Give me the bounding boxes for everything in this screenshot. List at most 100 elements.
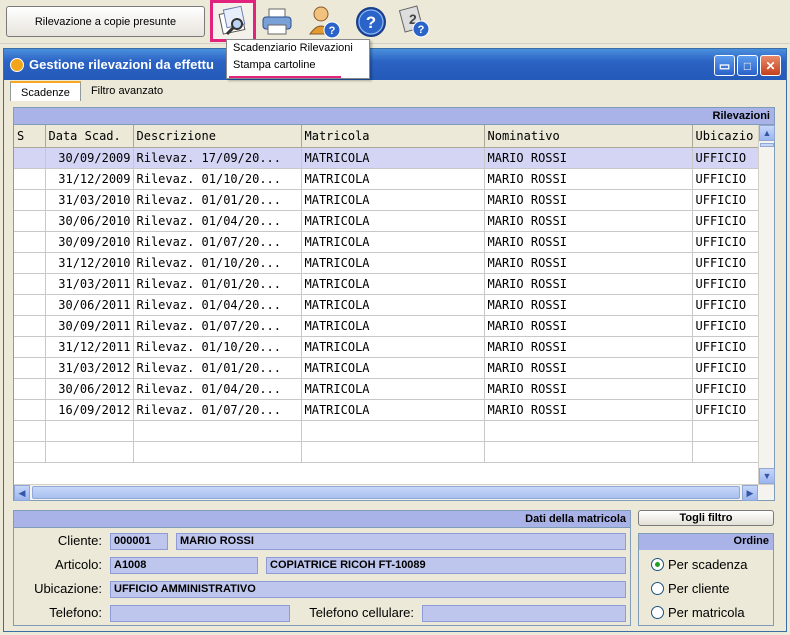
table-cell: MARIO ROSSI	[484, 399, 693, 421]
maximize-icon[interactable]: □	[737, 55, 758, 76]
table-cell	[14, 294, 46, 316]
empty-row	[14, 420, 763, 442]
tab-filtro-avanzato[interactable]: Filtro avanzato	[81, 81, 173, 101]
table-cell: MATRICOLA	[301, 378, 485, 400]
rilevazione-copie-presunte-button[interactable]: Rilevazione a copie presunte	[6, 6, 205, 37]
table-row[interactable]: 31/03/2012 Rilevaz. 01/01/20... MATRICOLA M…	[14, 357, 763, 379]
table-cell	[14, 231, 46, 253]
table-cell: MARIO ROSSI	[484, 336, 693, 358]
articolo-code-field[interactable]: A1008	[110, 557, 258, 574]
table-cell: UFFICIO	[692, 273, 763, 295]
column-header[interactable]: S	[14, 125, 46, 148]
table-cell: MARIO ROSSI	[484, 315, 693, 337]
svg-text:?: ?	[366, 13, 376, 32]
articolo-desc-field[interactable]: COPIATRICE RICOH FT-10089	[266, 557, 626, 574]
radio-label: Per cliente	[668, 581, 730, 596]
close-icon[interactable]: ✕	[760, 55, 781, 76]
cliente-code-field[interactable]: 000001	[110, 533, 168, 550]
column-header[interactable]: Data Scad.	[45, 125, 134, 148]
radio-per-matricola[interactable]: Per matricola	[651, 605, 745, 620]
restore-icon[interactable]: ▭	[714, 55, 735, 76]
tab-scadenze[interactable]: Scadenze	[10, 81, 81, 101]
table-cell	[14, 336, 46, 358]
table-cell: 31/12/2010	[45, 252, 134, 274]
table-row[interactable]: 31/03/2011 Rilevaz. 01/01/20... MATRICOLA M…	[14, 273, 763, 295]
printer-icon[interactable]	[258, 3, 296, 41]
table-cell	[14, 189, 46, 211]
table-cell: 30/06/2011	[45, 294, 134, 316]
table-cell: UFFICIO	[692, 189, 763, 211]
table-cell: MARIO ROSSI	[484, 294, 693, 316]
telefono-field[interactable]	[110, 605, 290, 622]
table-cell: MARIO ROSSI	[484, 210, 693, 232]
cliente-name-field[interactable]: MARIO ROSSI	[176, 533, 626, 550]
articolo-label: Articolo:	[55, 557, 102, 572]
user-help-icon[interactable]: ?	[306, 3, 344, 41]
horizontal-scrollbar[interactable]: ◀ ▶	[14, 484, 774, 501]
window-titlebar[interactable]: Gestione rilevazioni da effettu ▭ □ ✕	[4, 49, 786, 80]
hscroll-thumb[interactable]	[32, 486, 740, 499]
radio-per-cliente[interactable]: Per cliente	[651, 581, 729, 596]
svg-text:?: ?	[329, 25, 336, 37]
vertical-scrollbar[interactable]: ▲ ▼	[758, 125, 775, 484]
radio-label: Per scadenza	[668, 557, 748, 572]
table-cell: MATRICOLA	[301, 168, 485, 190]
table-row[interactable]: 30/06/2012 Rilevaz. 01/04/20... MATRICOLA M…	[14, 378, 763, 400]
table-cell: Rilevaz. 01/04/20...	[133, 294, 302, 316]
table-row[interactable]: 31/12/2011 Rilevaz. 01/10/20... MATRICOLA M…	[14, 336, 763, 358]
scroll-up-icon[interactable]: ▲	[759, 125, 775, 141]
table-cell: MATRICOLA	[301, 210, 485, 232]
table-cell: 30/06/2010	[45, 210, 134, 232]
table-row[interactable]: 31/12/2010 Rilevaz. 01/10/20... MATRICOLA M…	[14, 252, 763, 274]
table-cell	[14, 273, 46, 295]
table-cell: MATRICOLA	[301, 357, 485, 379]
table-cell: Rilevaz. 01/04/20...	[133, 210, 302, 232]
table-cell: Rilevaz. 01/01/20...	[133, 189, 302, 211]
table-cell: 31/03/2011	[45, 273, 134, 295]
table-cell: UFFICIO	[692, 294, 763, 316]
table-row[interactable]: 30/09/2011 Rilevaz. 01/07/20... MATRICOLA M…	[14, 315, 763, 337]
cellulare-field[interactable]	[422, 605, 626, 622]
print-preview-icon[interactable]	[210, 0, 256, 42]
table-cell: Rilevaz. 01/07/20...	[133, 315, 302, 337]
table-row[interactable]: 31/03/2010 Rilevaz. 01/01/20... MATRICOLA M…	[14, 189, 763, 211]
ordine-group: Ordine Per scadenza Per cliente Per matr…	[638, 533, 774, 626]
table-cell: MARIO ROSSI	[484, 252, 693, 274]
radio-per-scadenza[interactable]: Per scadenza	[651, 557, 748, 572]
table-cell	[14, 357, 46, 379]
table-cell: 31/12/2009	[45, 168, 134, 190]
menu-item-stampa-cartoline[interactable]: Stampa cartoline	[227, 57, 369, 78]
ubicazione-label: Ubicazione:	[34, 581, 102, 596]
menu-item-scadenziario[interactable]: Scadenziario Rilevazioni	[227, 40, 369, 57]
column-header[interactable]: Descrizione	[133, 125, 302, 148]
scroll-thumb[interactable]	[760, 143, 774, 147]
table-cell: UFFICIO	[692, 231, 763, 253]
table-cell: UFFICIO	[692, 147, 763, 169]
table-cell	[14, 168, 46, 190]
table-cell: MATRICOLA	[301, 252, 485, 274]
scroll-right-icon[interactable]: ▶	[742, 485, 758, 501]
table-cell: UFFICIO	[692, 210, 763, 232]
table-cell: MARIO ROSSI	[484, 231, 693, 253]
table-row[interactable]: 30/09/2009 Rilevaz. 17/09/20... MATRICOLA M…	[14, 147, 763, 169]
ubicazione-field[interactable]: UFFICIO AMMINISTRATIVO	[110, 581, 626, 598]
table-row[interactable]: 30/09/2010 Rilevaz. 01/07/20... MATRICOLA M…	[14, 231, 763, 253]
togli-filtro-button[interactable]: Togli filtro	[638, 510, 774, 526]
table-cell: 30/09/2011	[45, 315, 134, 337]
table-row[interactable]: 31/12/2009 Rilevaz. 01/10/20... MATRICOLA M…	[14, 168, 763, 190]
column-header[interactable]: Nominativo	[484, 125, 693, 148]
table-row[interactable]: 30/06/2011 Rilevaz. 01/04/20... MATRICOLA M…	[14, 294, 763, 316]
table-cell: MARIO ROSSI	[484, 273, 693, 295]
main-window: Gestione rilevazioni da effettu ▭ □ ✕ Sc…	[3, 48, 787, 632]
column-header[interactable]: Ubicazio	[692, 125, 763, 148]
table-cell: Rilevaz. 01/07/20...	[133, 399, 302, 421]
table-row[interactable]: 30/06/2010 Rilevaz. 01/04/20... MATRICOLA M…	[14, 210, 763, 232]
table-cell: Rilevaz. 01/10/20...	[133, 252, 302, 274]
info-help-icon[interactable]: 2?	[396, 3, 434, 41]
scroll-down-icon[interactable]: ▼	[759, 468, 775, 484]
column-header[interactable]: Matricola	[301, 125, 485, 148]
table-row[interactable]: 16/09/2012 Rilevaz. 01/07/20... MATRICOLA M…	[14, 399, 763, 421]
help-icon[interactable]: ?	[352, 3, 390, 41]
scroll-left-icon[interactable]: ◀	[14, 485, 30, 501]
svg-text:?: ?	[418, 24, 425, 36]
